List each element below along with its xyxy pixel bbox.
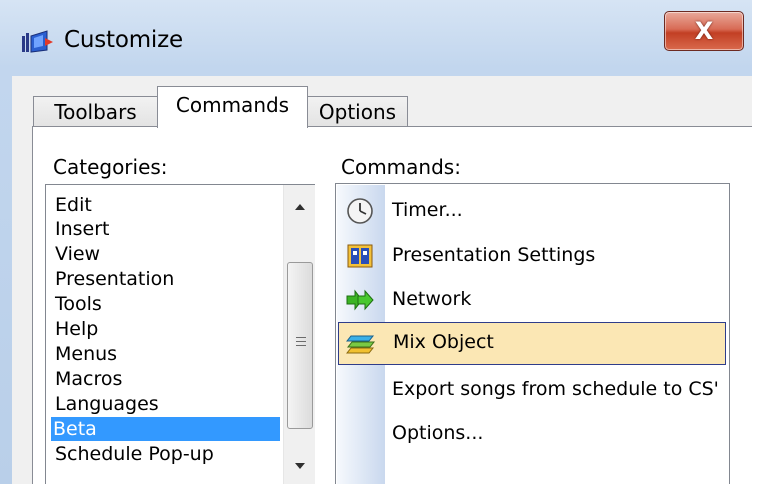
clock-icon <box>345 197 375 225</box>
command-item-mix-object[interactable]: Mix Object <box>338 322 726 365</box>
tab-commands[interactable]: Commands <box>157 86 308 128</box>
command-item-timer[interactable]: Timer... <box>338 191 726 231</box>
commands-listbox[interactable]: Timer... Presentation Settings Network M… <box>335 183 730 484</box>
command-item-presentation-settings[interactable]: Presentation Settings <box>338 236 726 276</box>
network-arrows-icon <box>345 286 375 314</box>
title-bar[interactable]: Customize X <box>0 0 752 76</box>
command-label: Export songs from schedule to CS' <box>392 378 719 400</box>
command-item-network[interactable]: Network <box>338 280 726 320</box>
mix-layers-icon <box>345 330 376 358</box>
close-icon: X <box>694 17 714 45</box>
app-icon <box>21 28 55 56</box>
tab-label: Commands <box>175 93 290 117</box>
close-button[interactable]: X <box>664 11 744 51</box>
command-label: Network <box>392 288 472 310</box>
scroll-grip <box>296 341 306 342</box>
tab-label: Toolbars <box>54 100 137 124</box>
scroll-down-arrow-icon[interactable] <box>284 450 315 481</box>
category-item[interactable]: Presentation <box>53 267 279 291</box>
window-edge <box>752 0 761 484</box>
scroll-grip <box>296 345 306 346</box>
presentation-settings-icon <box>345 242 375 270</box>
command-label: Mix Object <box>393 331 494 353</box>
categories-label: Categories: <box>53 155 168 179</box>
tab-label: Options <box>318 100 397 124</box>
categories-scrollbar[interactable] <box>283 185 315 484</box>
category-item[interactable]: Macros <box>53 367 279 391</box>
scrollbar-thumb[interactable] <box>287 262 313 429</box>
category-item[interactable]: Languages <box>53 392 279 416</box>
category-item[interactable]: Menus <box>53 342 279 366</box>
command-label: Options... <box>392 422 484 444</box>
scroll-grip <box>296 337 306 338</box>
category-item-selected[interactable]: Beta <box>51 417 280 441</box>
command-item-export-songs[interactable]: Export songs from schedule to CS' <box>338 368 726 408</box>
categories-listbox[interactable]: Edit Insert View Presentation Tools Help… <box>45 184 315 484</box>
category-item[interactable]: Tools <box>53 292 279 316</box>
commands-label: Commands: <box>341 155 461 179</box>
scroll-up-arrow-icon[interactable] <box>284 191 315 222</box>
category-item[interactable]: Help <box>53 317 279 341</box>
tab-toolbars[interactable]: Toolbars <box>33 96 158 127</box>
tab-options[interactable]: Options <box>307 96 408 127</box>
category-item[interactable]: Insert <box>53 217 279 241</box>
category-item[interactable]: Schedule Pop-up <box>53 442 279 466</box>
command-label: Timer... <box>392 199 463 221</box>
window-title: Customize <box>64 27 183 53</box>
command-label: Presentation Settings <box>392 244 596 266</box>
category-item[interactable]: Edit <box>53 193 279 217</box>
command-item-options[interactable]: Options... <box>338 412 726 452</box>
category-item[interactable]: View <box>53 242 279 266</box>
dialog-window: Customize X Toolbars Commands Options Ca… <box>0 0 761 484</box>
